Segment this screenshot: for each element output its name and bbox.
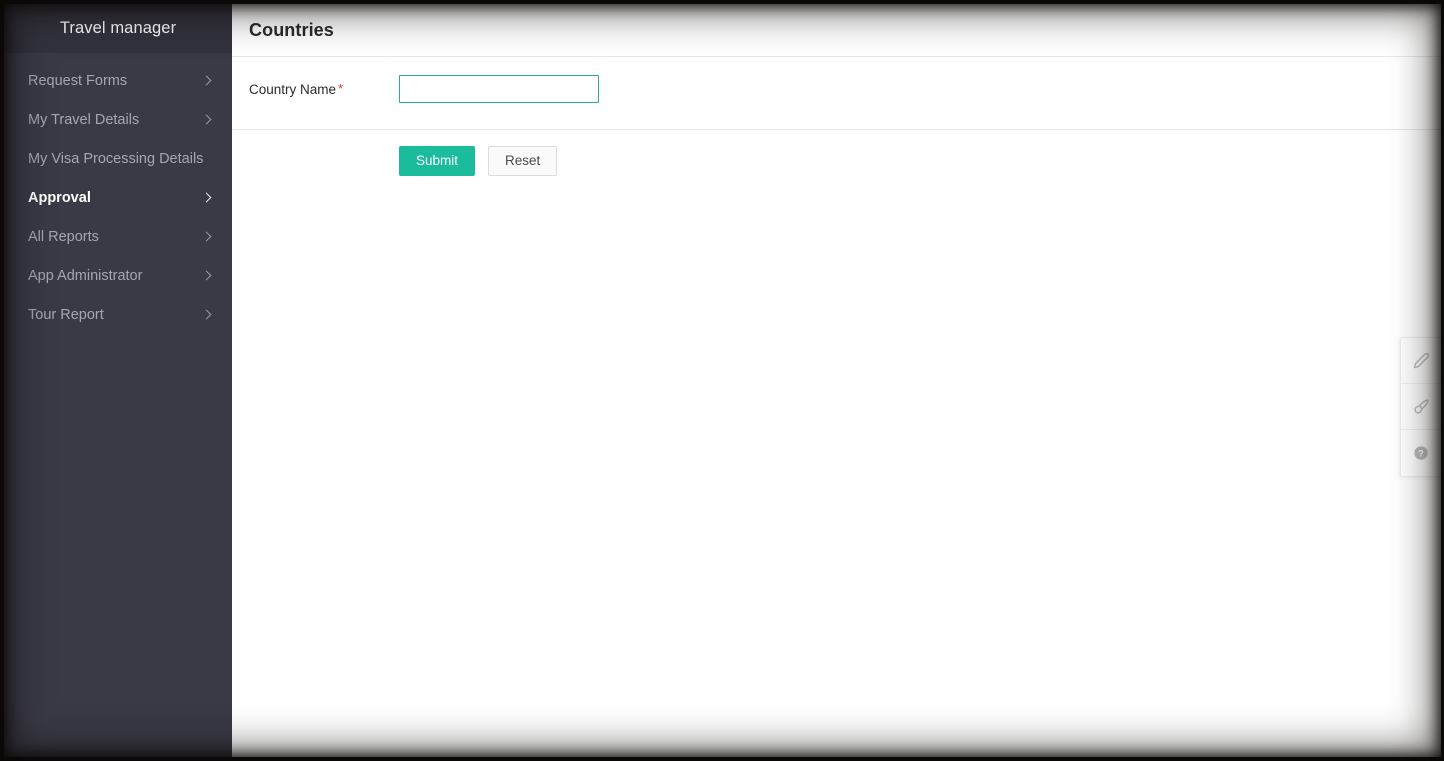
chevron-right-icon — [202, 310, 212, 320]
submit-button[interactable]: Submit — [399, 146, 476, 176]
paintbrush-icon — [1413, 398, 1430, 415]
svg-text:?: ? — [1418, 448, 1424, 458]
sidebar-item-label: My Travel Details — [28, 111, 140, 128]
sidebar-header: Travel manager — [4, 4, 232, 53]
application-viewport: Travel manager Request Forms My Travel D… — [4, 4, 1441, 757]
sidebar: Travel manager Request Forms My Travel D… — [4, 4, 232, 757]
pencil-icon — [1413, 352, 1430, 369]
sidebar-item-label: Request Forms — [28, 72, 128, 89]
chevron-right-icon — [202, 115, 212, 125]
reset-button[interactable]: Reset — [488, 146, 558, 176]
country-name-input[interactable] — [399, 75, 599, 103]
main-content: Countries Country Name * Submit Reset ? — [232, 4, 1441, 757]
chevron-right-icon — [202, 76, 212, 86]
window-frame: Travel manager Request Forms My Travel D… — [0, 0, 1444, 761]
sidebar-item-my-travel-details[interactable]: My Travel Details — [4, 100, 232, 139]
sidebar-item-request-forms[interactable]: Request Forms — [4, 61, 232, 100]
sidebar-item-label: All Reports — [28, 228, 99, 245]
sidebar-item-label: Tour Report — [28, 306, 104, 323]
edit-tool-button[interactable] — [1401, 338, 1441, 384]
chevron-right-icon — [202, 193, 212, 203]
page-header: Countries — [232, 4, 1441, 57]
chevron-right-icon-absent — [203, 154, 213, 164]
country-name-label-text: Country Name — [249, 81, 337, 97]
help-circle-icon: ? — [1413, 445, 1429, 461]
app-brand-title: Travel manager — [59, 19, 177, 37]
sidebar-nav: Request Forms My Travel Details My Visa … — [4, 53, 232, 334]
theme-tool-button[interactable] — [1401, 384, 1441, 430]
sidebar-item-label: App Administrator — [28, 267, 143, 284]
sidebar-item-my-visa-processing-details[interactable]: My Visa Processing Details — [4, 139, 232, 178]
country-form-panel: Country Name * — [232, 57, 1441, 130]
sidebar-item-all-reports[interactable]: All Reports — [4, 217, 232, 256]
help-tool-button[interactable]: ? — [1401, 430, 1441, 476]
country-name-label: Country Name * — [249, 82, 399, 97]
chevron-right-icon — [202, 271, 212, 281]
form-actions: Submit Reset — [232, 130, 1441, 176]
sidebar-item-app-administrator[interactable]: App Administrator — [4, 256, 232, 295]
tool-rail: ? — [1400, 337, 1441, 477]
page-title: Countries — [249, 19, 334, 40]
chevron-right-icon — [202, 232, 212, 242]
sidebar-item-label: Approval — [28, 189, 91, 206]
required-asterisk: * — [338, 80, 344, 96]
sidebar-item-label: My Visa Processing Details — [28, 150, 204, 167]
form-row-country-name: Country Name * — [232, 75, 1441, 103]
sidebar-item-approval[interactable]: Approval — [4, 178, 232, 217]
sidebar-item-tour-report[interactable]: Tour Report — [4, 295, 232, 334]
